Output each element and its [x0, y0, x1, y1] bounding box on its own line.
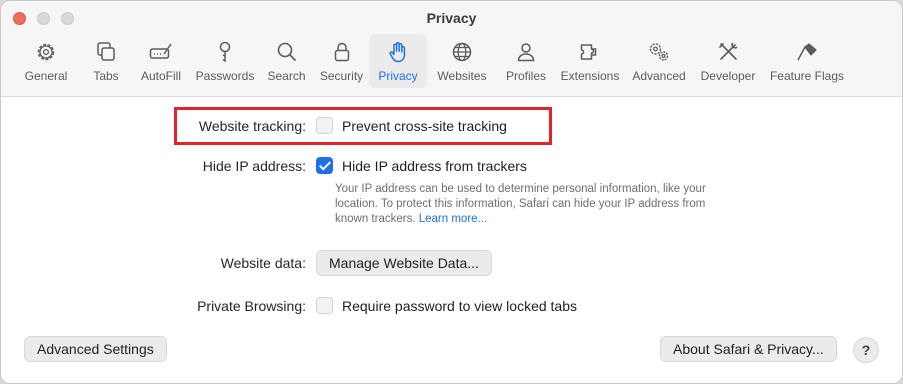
- tab-security[interactable]: Security: [314, 34, 369, 88]
- tab-label: General: [24, 69, 68, 83]
- private-browsing-label: Private Browsing:: [197, 297, 306, 314]
- learn-more-link[interactable]: Learn more...: [419, 213, 487, 225]
- search-icon: [277, 42, 296, 62]
- tab-label: Passwords: [195, 69, 255, 83]
- preferences-toolbar: General Tabs AutoFill Passwords Search S…: [11, 34, 891, 90]
- tab-websites[interactable]: Websites: [427, 34, 497, 88]
- flags-icon: [797, 43, 817, 61]
- website-tracking-row: Website tracking: Prevent cross-site tra…: [171, 117, 507, 134]
- puzzle-icon: [580, 44, 597, 60]
- tab-extensions[interactable]: Extensions: [555, 34, 625, 88]
- website-data-row: Website data:: [171, 255, 306, 271]
- tab-privacy[interactable]: Privacy: [369, 34, 427, 88]
- hide-ip-description-text: Your IP address can be used to determine…: [335, 183, 706, 225]
- tab-profiles[interactable]: Profiles: [497, 34, 555, 88]
- key-icon: [219, 41, 231, 63]
- advanced-settings-button[interactable]: Advanced Settings: [24, 336, 167, 362]
- require-password-checkbox[interactable]: [316, 297, 333, 314]
- tab-label: Privacy: [378, 69, 418, 83]
- tab-label: Search: [267, 69, 306, 83]
- tab-developer[interactable]: Developer: [693, 34, 763, 88]
- titlebar: Privacy General Tabs AutoFill Passwords …: [1, 1, 902, 97]
- tab-autofill[interactable]: AutoFill: [131, 34, 191, 88]
- autofill-icon: [149, 43, 172, 59]
- tab-search[interactable]: Search: [259, 34, 314, 88]
- gears-icon: [649, 43, 669, 61]
- tab-label: Feature Flags: [769, 69, 845, 83]
- tab-label: Profiles: [505, 69, 546, 83]
- globe-icon: [452, 42, 472, 62]
- help-button[interactable]: ?: [853, 337, 879, 363]
- tab-label: Extensions: [560, 69, 620, 83]
- hide-ip-label: Hide IP address:: [202, 157, 306, 174]
- hide-ip-checkbox[interactable]: [316, 157, 333, 174]
- window-title: Privacy: [426, 10, 477, 26]
- hide-ip-row: Hide IP address: Hide IP address from tr…: [171, 157, 527, 174]
- prevent-cross-site-tracking-checkbox[interactable]: [316, 117, 333, 134]
- private-browsing-row: Private Browsing: Require password to vi…: [171, 297, 577, 314]
- require-password-label[interactable]: Require password to view locked tabs: [342, 298, 577, 314]
- tab-label: AutoFill: [140, 69, 181, 83]
- tab-advanced[interactable]: Advanced: [625, 34, 693, 88]
- privacy-settings-window: Privacy General Tabs AutoFill Passwords …: [0, 0, 903, 384]
- hide-ip-description: Your IP address can be used to determine…: [335, 182, 715, 227]
- website-data-label: Website data:: [220, 255, 306, 271]
- about-safari-privacy-button[interactable]: About Safari & Privacy...: [660, 336, 837, 362]
- manage-website-data-button[interactable]: Manage Website Data...: [316, 250, 492, 276]
- tab-general[interactable]: General: [11, 34, 81, 88]
- tabs-icon: [97, 42, 115, 61]
- lock-icon: [334, 42, 349, 62]
- person-icon: [517, 43, 535, 62]
- tab-label: Security: [319, 69, 364, 83]
- tab-label: Websites: [437, 69, 487, 83]
- tab-label: Advanced: [632, 69, 686, 83]
- tab-label: Tabs: [93, 69, 119, 83]
- tab-passwords[interactable]: Passwords: [191, 34, 259, 88]
- website-tracking-label: Website tracking:: [198, 117, 306, 134]
- hide-ip-option-label[interactable]: Hide IP address from trackers: [342, 158, 527, 174]
- tab-tabs[interactable]: Tabs: [81, 34, 131, 88]
- gear-icon: [37, 43, 55, 61]
- tools-icon: [719, 42, 738, 60]
- hand-icon: [389, 42, 406, 63]
- tab-feature-flags[interactable]: Feature Flags: [763, 34, 851, 88]
- prevent-cross-site-tracking-label[interactable]: Prevent cross-site tracking: [342, 118, 507, 134]
- tab-label: Developer: [700, 69, 756, 83]
